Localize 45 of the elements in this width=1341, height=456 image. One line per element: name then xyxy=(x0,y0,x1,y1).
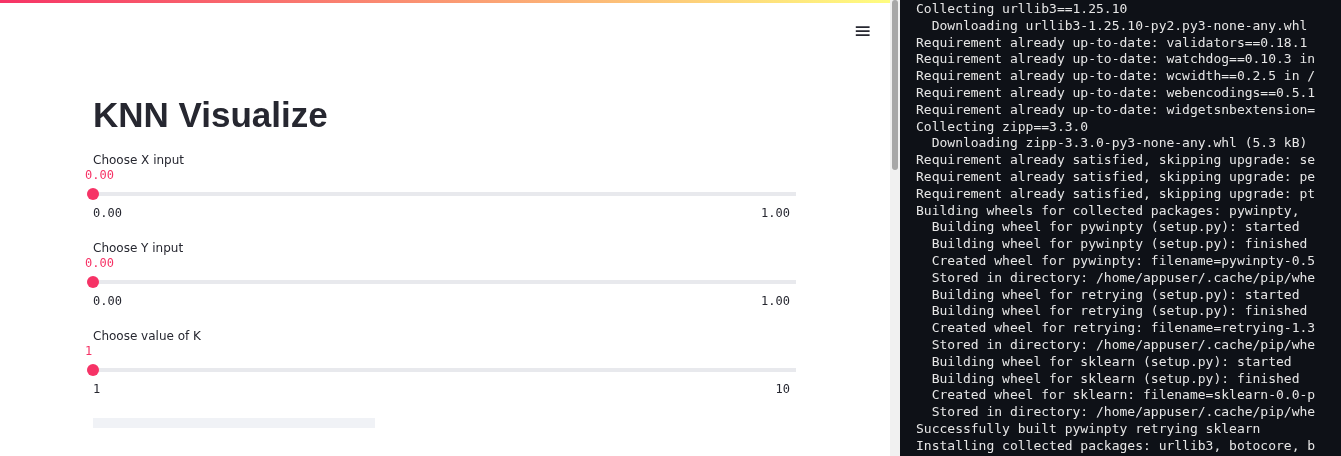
terminal-line: Downloading urllib3-1.25.10-py2.py3-none-any.whl xyxy=(930,17,1308,35)
slider-label: Choose Y input xyxy=(93,240,185,256)
terminal-line: Building wheel for sklearn (setup.py): started xyxy=(930,353,1292,371)
slider-value: 0.00 xyxy=(85,256,114,270)
terminal-line: Requirement already satisfied, skipping upgrade: pe xyxy=(916,168,1316,186)
slider-max-label: 1.00 xyxy=(761,294,790,308)
slider-thumb[interactable] xyxy=(87,364,99,376)
terminal-line: Requirement already satisfied, skipping upgrade: pt xyxy=(916,185,1316,203)
terminal-line: Building wheel for retrying (setup.py): started xyxy=(930,286,1300,304)
slider-max-label: 10 xyxy=(775,382,790,396)
terminal-line: Building wheel for pywinpty (setup.py): started xyxy=(930,219,1300,237)
terminal-line: Building wheels for collected packages: pywinpty, xyxy=(916,202,1300,220)
terminal-line: Successfully built pywinpty retrying sklearn xyxy=(916,420,1261,438)
terminal-line: Stored in directory: /home/appuser/.cache/pip/whe xyxy=(930,269,1316,287)
slider-min-label: 0.00 xyxy=(93,294,122,308)
slider-max-label: 1.00 xyxy=(761,206,790,220)
slider-min-label: 0.00 xyxy=(93,206,122,220)
page-title: KNN Visualize xyxy=(93,94,329,136)
terminal-line: Building wheel for retrying (setup.py): finished xyxy=(930,303,1308,321)
terminal-line: Collecting urllib3==1.25.10 xyxy=(916,1,1128,18)
terminal-line: Collecting zipp==3.3.0 xyxy=(916,118,1089,136)
terminal-line: Requirement already up-to-date: wcwidth==0.2.5 in / xyxy=(916,68,1316,85)
terminal-line: Building wheel for pywinpty (setup.py): finished xyxy=(930,236,1308,253)
terminal-line: Requirement already satisfied, skipping upgrade: se xyxy=(916,152,1316,169)
menu-button[interactable]: ≡ xyxy=(853,18,872,44)
terminal-line: Requirement already up-to-date: watchdog==0.10.3 in xyxy=(916,51,1316,69)
slider-label: Choose X input xyxy=(93,152,186,168)
terminal-line: Stored in directory: /home/appuser/.cache/pip/whe xyxy=(930,404,1316,421)
slider-value: 1 xyxy=(85,344,93,358)
slider-value: 0.00 xyxy=(85,168,114,182)
slider-label: Choose value of K xyxy=(93,328,202,344)
slider-thumb[interactable] xyxy=(87,188,99,200)
scrollbar-thumb[interactable] xyxy=(892,0,898,170)
terminal-line: Stored in directory: /home/appuser/.cache/pip/whe xyxy=(930,336,1316,354)
terminal-line: Created wheel for sklearn: filename=sklearn-0.0-p xyxy=(930,387,1316,405)
terminal-line: Requirement already up-to-date: validators==0.18.1 xyxy=(916,34,1308,52)
terminal-line: Created wheel for pywinpty: filename=pywinpty-0.5 xyxy=(930,252,1316,270)
terminal-line: Installing collected packages: urllib3, botocore, b xyxy=(916,437,1316,455)
terminal-line: Building wheel for sklearn (setup.py): finished xyxy=(930,370,1300,388)
terminal-line: Requirement already up-to-date: widgetsnbextension= xyxy=(916,101,1316,119)
terminal-line: Requirement already up-to-date: webencodings==0.5.1 xyxy=(916,85,1316,102)
terminal-line: Downloading zipp-3.3.0-py3-none-any.whl (5.3 kB) xyxy=(930,135,1308,153)
slider-thumb[interactable] xyxy=(87,276,99,288)
terminal-line: Created wheel for retrying: filename=retrying-1.3 xyxy=(930,320,1316,337)
slider-min-label: 1 xyxy=(93,382,101,396)
